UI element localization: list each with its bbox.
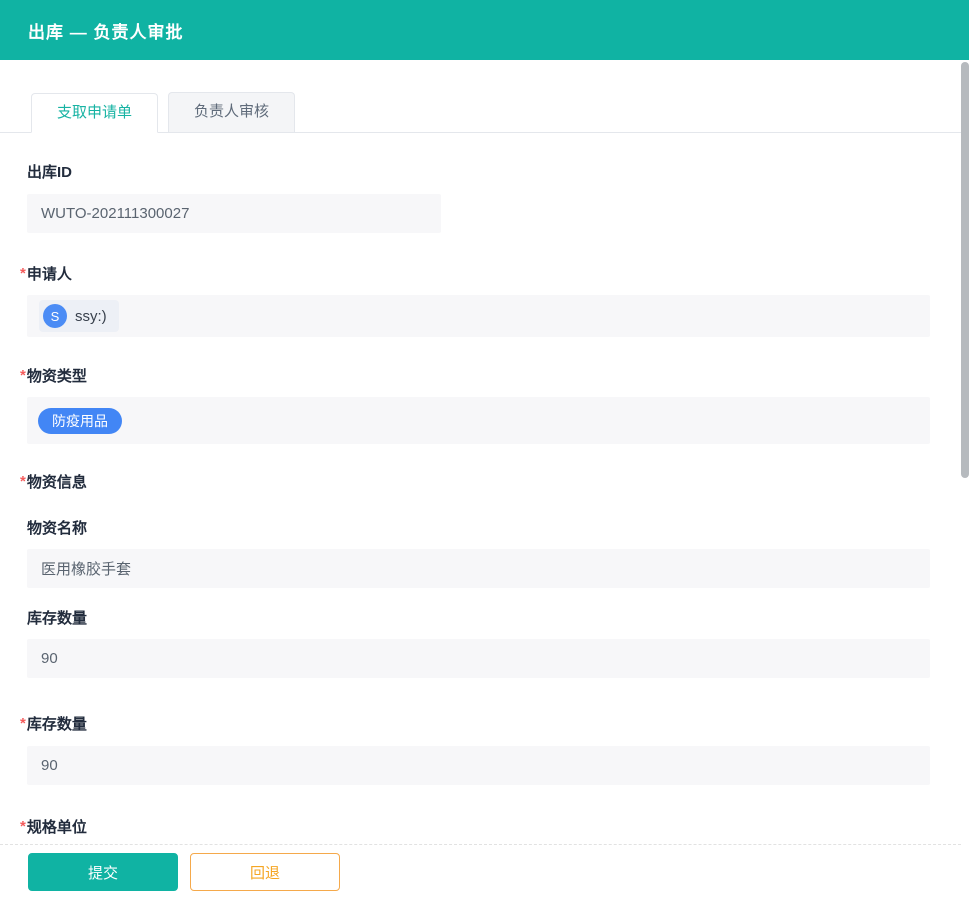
- page-title: 出库 — 负责人审批: [28, 22, 184, 42]
- required-mark: *: [20, 714, 26, 732]
- outbound-id-field[interactable]: WUTO-202111300027: [27, 194, 441, 233]
- applicant-name: ssy:): [75, 307, 107, 325]
- material-name-label-text: 物资名称: [27, 519, 88, 537]
- stock-quantity-label-text: 库存数量: [26, 715, 87, 733]
- spec-unit-label-text: 规格单位: [26, 818, 87, 836]
- stock-quantity-inner-value: 90: [41, 650, 58, 667]
- applicant-field[interactable]: S ssy:): [27, 295, 930, 337]
- outbound-id-label-text: 出库ID: [27, 163, 73, 181]
- stock-quantity-value: 90: [41, 757, 58, 774]
- material-name-value: 医用橡胶手套: [41, 561, 132, 578]
- applicant-label: * 申请人: [20, 263, 930, 283]
- material-type-field[interactable]: 防疫用品: [27, 397, 930, 444]
- outbound-id-value: WUTO-202111300027: [41, 205, 190, 222]
- required-mark: *: [20, 472, 26, 490]
- required-mark: *: [20, 817, 26, 835]
- material-info-label-text: 物资信息: [26, 473, 87, 491]
- required-mark: *: [20, 366, 26, 384]
- dialog-header: 出库 — 负责人审批: [0, 0, 969, 60]
- applicant-avatar: S: [43, 304, 67, 328]
- stock-quantity-field[interactable]: 90: [27, 746, 930, 785]
- tab-supervisor-review[interactable]: 负责人审核: [168, 92, 295, 132]
- action-footer: 提交 回退: [0, 844, 961, 898]
- applicant-chip[interactable]: S ssy:): [39, 300, 119, 332]
- withdrawal-form: 出库ID WUTO-202111300027 * 申请人 S ssy:) * 物…: [0, 161, 969, 836]
- material-name-field[interactable]: 医用橡胶手套: [27, 549, 930, 588]
- stock-quantity-inner-label-text: 库存数量: [27, 609, 88, 627]
- material-info-label: * 物资信息: [20, 471, 930, 491]
- material-type-label: * 物资类型: [20, 365, 930, 385]
- required-mark: *: [20, 264, 26, 282]
- scrollbar-track[interactable]: [961, 60, 969, 898]
- stock-quantity-inner-label: 库存数量: [27, 607, 930, 627]
- material-type-label-text: 物资类型: [26, 367, 87, 385]
- applicant-label-text: 申请人: [26, 265, 72, 283]
- tab-withdrawal-form[interactable]: 支取申请单: [31, 93, 158, 133]
- material-name-label: 物资名称: [27, 517, 930, 537]
- stock-quantity-label: * 库存数量: [20, 713, 930, 733]
- return-button[interactable]: 回退: [190, 853, 340, 891]
- tab-bar: 支取申请单 负责人审核: [0, 92, 969, 133]
- material-type-tag[interactable]: 防疫用品: [38, 407, 122, 434]
- outbound-id-label: 出库ID: [27, 161, 930, 181]
- scrollbar-thumb[interactable]: [961, 62, 969, 478]
- submit-button[interactable]: 提交: [28, 853, 178, 891]
- spec-unit-label: * 规格单位: [20, 816, 930, 836]
- stock-quantity-inner-field[interactable]: 90: [27, 639, 930, 678]
